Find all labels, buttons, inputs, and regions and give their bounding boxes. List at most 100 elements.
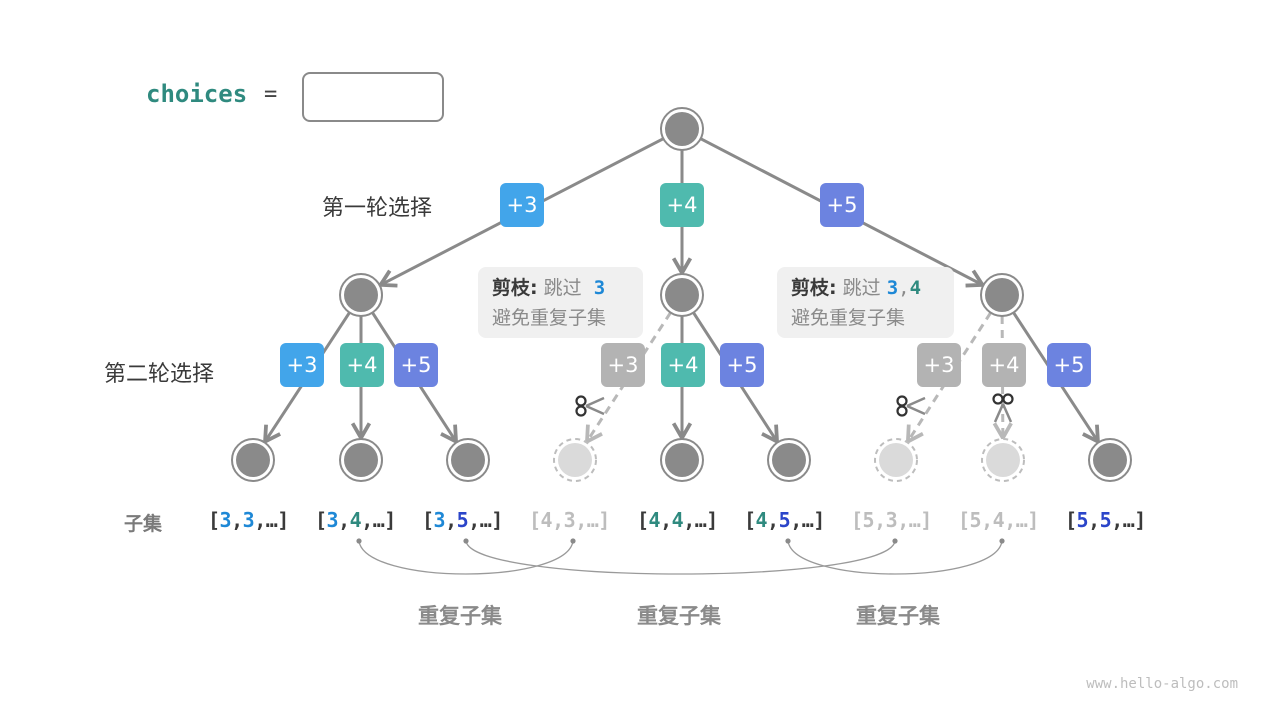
leaf-node bbox=[660, 438, 704, 482]
equals-sign: = bbox=[264, 82, 278, 107]
comma: , bbox=[660, 508, 672, 532]
subset-tail: ,…] bbox=[1111, 508, 1146, 532]
subset-first-value: 4 bbox=[540, 508, 553, 532]
scissors-icon bbox=[575, 395, 605, 417]
note-text: 跳过 bbox=[842, 277, 881, 299]
scissors-icon bbox=[896, 395, 926, 417]
subset-tail: ,…] bbox=[897, 508, 932, 532]
leaf-node bbox=[446, 438, 490, 482]
comma: , bbox=[874, 508, 886, 532]
comma: , bbox=[552, 508, 564, 532]
subset-first-value: 4 bbox=[755, 508, 768, 532]
note-text: 跳过 bbox=[543, 277, 582, 299]
arc-endpoint-dot bbox=[570, 538, 576, 544]
subset-item: [4,4,…] bbox=[637, 508, 718, 532]
duplicate-arc bbox=[358, 540, 574, 575]
subset-first-value: 5 bbox=[1076, 508, 1089, 532]
leaf-node bbox=[767, 438, 811, 482]
arc-endpoint-dot bbox=[463, 538, 469, 544]
badge-second-4-plus5: +5 bbox=[720, 343, 764, 387]
note-comma: , bbox=[898, 277, 910, 299]
badge-second-4-plus3-pruned: +3 bbox=[601, 343, 645, 387]
badge-first-plus3: +3 bbox=[500, 183, 544, 227]
note-skip-4: 4 bbox=[909, 277, 922, 299]
root-node bbox=[660, 107, 704, 151]
subset-second-value: 5 bbox=[778, 508, 791, 532]
subset-first-value: 5 bbox=[862, 508, 875, 532]
subset-first-value: 3 bbox=[326, 508, 339, 532]
subset-second-value: 3 bbox=[885, 508, 898, 532]
subset-tail: ,…] bbox=[575, 508, 610, 532]
subset-item: [5,5,…] bbox=[1065, 508, 1146, 532]
subset-tail: ,…] bbox=[468, 508, 503, 532]
badge-first-plus4: +4 bbox=[660, 183, 704, 227]
duplicate-label-2: 重复子集 bbox=[637, 604, 721, 628]
subset-pruned: [5,4,…] bbox=[958, 508, 1039, 532]
arc-endpoint-dot bbox=[356, 538, 362, 544]
comma: , bbox=[1088, 508, 1100, 532]
subset-second-value: 4 bbox=[349, 508, 362, 532]
subset-item: [3,3,…] bbox=[208, 508, 289, 532]
note-title: 剪枝: bbox=[791, 277, 837, 299]
badge-second-5-plus5: +5 bbox=[1047, 343, 1091, 387]
subset-first-value: 4 bbox=[648, 508, 661, 532]
badge-first-plus5: +5 bbox=[820, 183, 864, 227]
pruning-note-2: 剪枝: 跳过 3,4 避免重复子集 bbox=[777, 267, 954, 338]
subset-tail: ,…] bbox=[254, 508, 289, 532]
leaf-node bbox=[231, 438, 275, 482]
subset-tail: ,…] bbox=[683, 508, 718, 532]
subset-item: [4,5,…] bbox=[744, 508, 825, 532]
subset-second-value: 5 bbox=[1099, 508, 1112, 532]
bracket-open: [ bbox=[422, 508, 434, 532]
bracket-open: [ bbox=[529, 508, 541, 532]
second-round-label: 第二轮选择 bbox=[104, 362, 215, 387]
note-skip-3: 3 bbox=[593, 277, 606, 299]
first-round-label: 第一轮选择 bbox=[322, 196, 433, 221]
choice-item-5: 5 bbox=[414, 85, 428, 111]
choices-array: 3 4 5 bbox=[302, 72, 444, 122]
badge-second-5-plus3-pruned: +3 bbox=[917, 343, 961, 387]
level1-node bbox=[980, 273, 1024, 317]
choice-item-4: 4 bbox=[368, 85, 382, 111]
comma: , bbox=[231, 508, 243, 532]
subset-item: [3,4,…] bbox=[315, 508, 396, 532]
subset-first-value: 3 bbox=[219, 508, 232, 532]
leaf-node bbox=[339, 438, 383, 482]
note-skip-3: 3 bbox=[886, 277, 899, 299]
subset-pruned: [4,3,…] bbox=[529, 508, 610, 532]
note-line2: 避免重复子集 bbox=[791, 307, 906, 329]
duplicate-label-1: 重复子集 bbox=[418, 604, 502, 628]
badge-second-3-plus3: +3 bbox=[280, 343, 324, 387]
bracket-open: [ bbox=[744, 508, 756, 532]
badge-second-3-plus4: +4 bbox=[340, 343, 384, 387]
subset-item: [3,5,…] bbox=[422, 508, 503, 532]
arc-endpoint-dot bbox=[999, 538, 1005, 544]
watermark: www.hello-algo.com bbox=[1086, 676, 1238, 692]
bracket-open: [ bbox=[1065, 508, 1077, 532]
arc-endpoint-dot bbox=[785, 538, 791, 544]
arc-endpoint-dot bbox=[892, 538, 898, 544]
note-line2: 避免重复子集 bbox=[492, 307, 607, 329]
pruned-leaf-node bbox=[981, 438, 1025, 482]
bracket-open: [ bbox=[315, 508, 327, 532]
bracket-open: [ bbox=[958, 508, 970, 532]
bracket-open: [ bbox=[637, 508, 649, 532]
badge-second-4-plus4: +4 bbox=[661, 343, 705, 387]
bracket-open: [ bbox=[851, 508, 863, 532]
badge-second-5-plus4-pruned: +4 bbox=[982, 343, 1026, 387]
bracket-open: [ bbox=[208, 508, 220, 532]
comma: , bbox=[338, 508, 350, 532]
subset-second-value: 3 bbox=[563, 508, 576, 532]
level1-node bbox=[339, 273, 383, 317]
pruned-leaf-node bbox=[874, 438, 918, 482]
pruning-note-1: 剪枝: 跳过 3 避免重复子集 bbox=[478, 267, 643, 338]
subset-first-value: 3 bbox=[433, 508, 446, 532]
subset-pruned: [5,3,…] bbox=[851, 508, 932, 532]
duplicate-arc bbox=[787, 540, 1003, 575]
duplicate-arc bbox=[465, 540, 896, 575]
choice-item-3: 3 bbox=[322, 85, 336, 111]
level1-node bbox=[660, 273, 704, 317]
subsets-label: 子集 bbox=[124, 513, 163, 535]
comma: , bbox=[445, 508, 457, 532]
duplicate-label-3: 重复子集 bbox=[856, 604, 940, 628]
